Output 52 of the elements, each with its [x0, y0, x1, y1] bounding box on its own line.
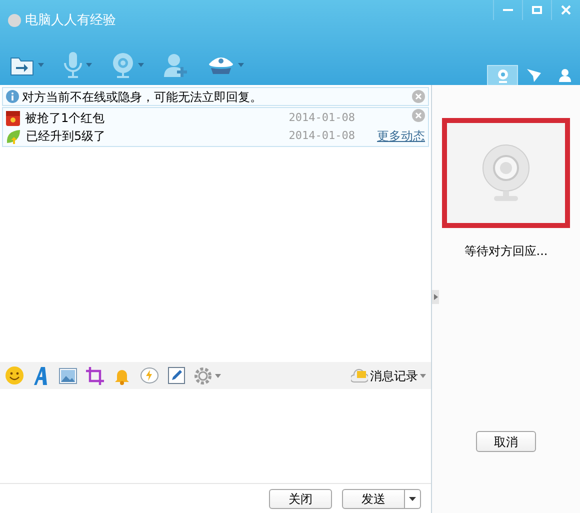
- webcam-icon: [482, 144, 530, 202]
- feed-text: 被抢了1个红包: [25, 110, 105, 127]
- more-updates-link[interactable]: 更多动态: [377, 129, 425, 143]
- caret-icon: [409, 496, 416, 500]
- status-icon: [8, 14, 21, 28]
- close-icon: [415, 93, 422, 100]
- feed-date: 2014-01-08: [288, 111, 356, 125]
- status-text: 等待对方回应...: [464, 243, 548, 260]
- webcam-icon: [496, 68, 508, 82]
- close-feed-button[interactable]: [412, 109, 425, 122]
- microphone-icon: [64, 52, 82, 78]
- chat-history-icon: [351, 368, 368, 382]
- send-button[interactable]: 发送: [342, 488, 405, 508]
- paper-plane-icon: [526, 68, 540, 82]
- window-title: 电脑人人有经验: [25, 12, 116, 30]
- close-icon: [561, 5, 571, 15]
- add-person-icon: [164, 53, 188, 77]
- feed-date: 2014-01-08: [288, 129, 356, 143]
- feed-text: 已经升到5级了: [26, 128, 106, 145]
- image-icon[interactable]: [59, 368, 77, 384]
- close-chat-button[interactable]: 关闭: [269, 488, 332, 508]
- smiley-icon[interactable]: [5, 366, 24, 385]
- caret-icon: [420, 374, 426, 378]
- cap-icon: [208, 55, 234, 75]
- webcam-icon: [112, 52, 134, 78]
- notice-text: 对方当前不在线或隐身，可能无法立即回复。: [22, 88, 262, 106]
- maximize-icon: [532, 6, 542, 14]
- caret-icon: [215, 374, 221, 378]
- info-icon: [6, 90, 19, 103]
- lightning-bubble-icon[interactable]: [140, 366, 159, 384]
- envelope-icon: [6, 110, 20, 126]
- send-options-button[interactable]: [405, 488, 421, 508]
- caret-icon: [238, 63, 244, 67]
- caret-icon: [38, 63, 44, 67]
- toolbar-button[interactable]: [164, 51, 188, 79]
- close-icon: [415, 112, 422, 119]
- close-notice-button[interactable]: [412, 90, 425, 103]
- gear-icon: [194, 366, 212, 384]
- cancel-button[interactable]: 取消: [476, 431, 536, 452]
- message-history-button[interactable]: 消息记录: [351, 366, 426, 384]
- font-icon[interactable]: [33, 366, 50, 384]
- collapse-handle[interactable]: [432, 290, 439, 304]
- crop-icon[interactable]: [86, 366, 104, 384]
- caret-icon: [138, 63, 144, 67]
- arrow-right-icon: [434, 294, 438, 300]
- settings-button[interactable]: [194, 366, 221, 384]
- caret-icon: [86, 63, 92, 67]
- side-tab[interactable]: [487, 65, 518, 85]
- leaf-icon: [6, 128, 21, 144]
- edit-icon[interactable]: [168, 367, 185, 384]
- person-icon: [558, 68, 570, 82]
- minimize-icon: [503, 8, 513, 12]
